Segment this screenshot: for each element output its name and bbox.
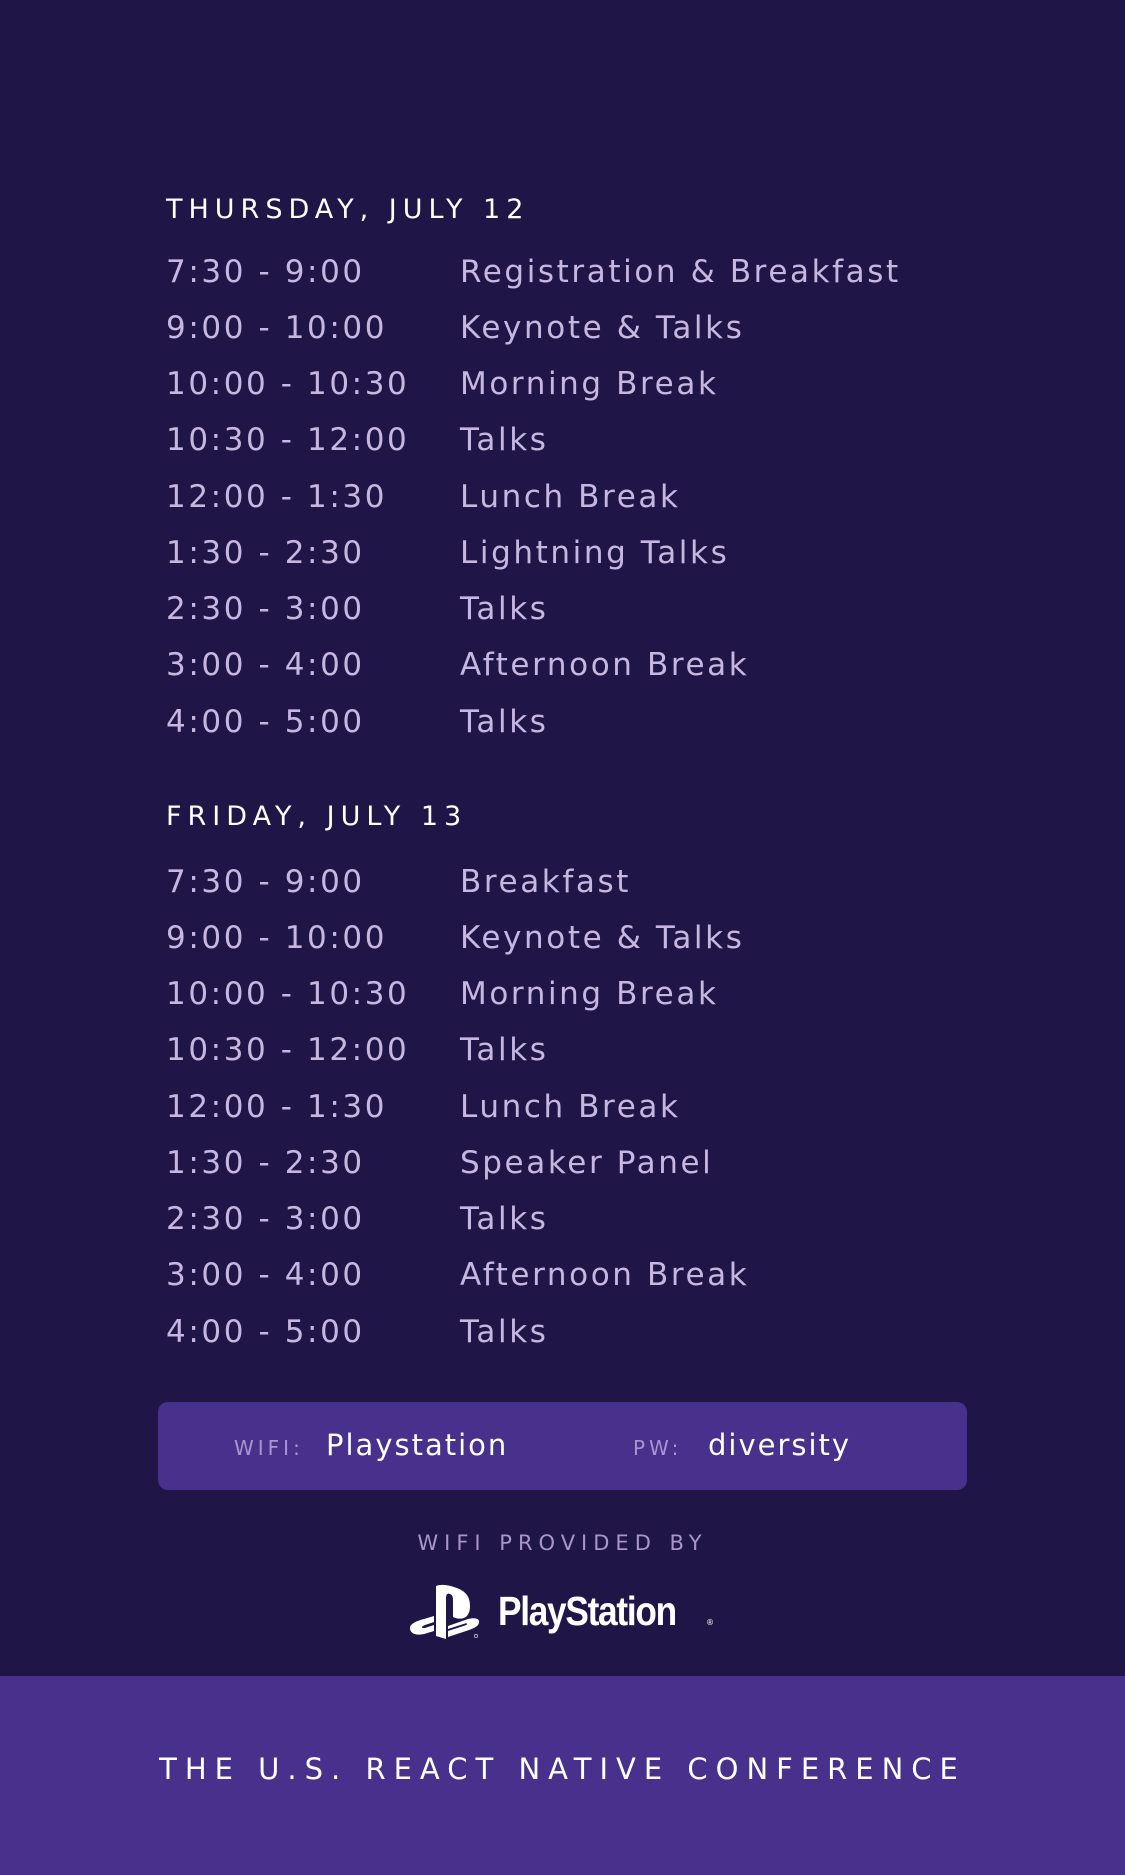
session-title: Lunch Break: [460, 1089, 681, 1125]
schedule-row: 10:00 - 10:30 Morning Break: [166, 366, 986, 406]
session-time: 4:00 - 5:00: [166, 704, 365, 740]
schedule-row: 10:30 - 12:00 Talks: [166, 1032, 986, 1072]
schedule-row: 12:00 - 1:30 Lunch Break: [166, 1089, 986, 1129]
schedule-row: 3:00 - 4:00 Afternoon Break: [166, 1257, 986, 1297]
session-time: 2:30 - 3:00: [166, 591, 365, 627]
session-title: Talks: [460, 1032, 549, 1068]
session-time: 7:30 - 9:00: [166, 254, 365, 290]
session-time: 2:30 - 3:00: [166, 1201, 365, 1237]
session-title: Registration & Breakfast: [460, 254, 901, 290]
wifi-password: diversity: [708, 1428, 852, 1462]
session-title: Keynote & Talks: [460, 920, 745, 956]
session-title: Talks: [460, 704, 549, 740]
session-time: 10:00 - 10:30: [166, 976, 410, 1012]
schedule-row: 2:30 - 3:00 Talks: [166, 1201, 986, 1241]
schedule-row: 10:00 - 10:30 Morning Break: [166, 976, 986, 1016]
day-heading-friday: FRIDAY, JULY 13: [166, 801, 468, 832]
session-time: 7:30 - 9:00: [166, 864, 365, 900]
session-title: Talks: [460, 1314, 549, 1350]
session-title: Speaker Panel: [460, 1145, 714, 1181]
schedule-row: 7:30 - 9:00 Breakfast: [166, 864, 986, 904]
schedule-row: 7:30 - 9:00 Registration & Breakfast: [166, 254, 986, 294]
session-time: 12:00 - 1:30: [166, 479, 388, 515]
session-time: 1:30 - 2:30: [166, 1145, 365, 1181]
trademark-icon: ®: [706, 1618, 714, 1627]
session-title: Lightning Talks: [460, 535, 730, 571]
session-time: 3:00 - 4:00: [166, 647, 365, 683]
session-title: Breakfast: [460, 864, 631, 900]
wifi-password-label: PW:: [633, 1436, 683, 1460]
session-title: Talks: [460, 591, 549, 627]
wifi-network-label: WIFI:: [234, 1436, 304, 1460]
session-time: 9:00 - 10:00: [166, 310, 388, 346]
playstation-logo: PlayStation ®: [410, 1582, 720, 1642]
playstation-wordmark: PlayStation: [498, 1588, 677, 1634]
wifi-info-panel: WIFI: Playstation PW: diversity: [158, 1402, 967, 1490]
day-heading-thursday: THURSDAY, JULY 12: [166, 194, 530, 225]
session-title: Talks: [460, 422, 549, 458]
schedule-row: 2:30 - 3:00 Talks: [166, 591, 986, 631]
schedule-row: 10:30 - 12:00 Talks: [166, 422, 986, 462]
session-title: Morning Break: [460, 976, 719, 1012]
schedule-row: 12:00 - 1:30 Lunch Break: [166, 479, 986, 519]
session-title: Keynote & Talks: [460, 310, 745, 346]
session-time: 9:00 - 10:00: [166, 920, 388, 956]
schedule-row: 4:00 - 5:00 Talks: [166, 1314, 986, 1354]
schedule-row: 4:00 - 5:00 Talks: [166, 704, 986, 744]
schedule-row: 9:00 - 10:00 Keynote & Talks: [166, 310, 986, 350]
wifi-network-name: Playstation: [326, 1428, 509, 1462]
wifi-provided-by-label: WIFI PROVIDED BY: [417, 1531, 708, 1555]
conference-name: THE U.S. REACT NATIVE CONFERENCE: [159, 1752, 966, 1786]
session-title: Afternoon Break: [460, 647, 750, 683]
schedule-row: 1:30 - 2:30 Lightning Talks: [166, 535, 986, 575]
session-time: 4:00 - 5:00: [166, 1314, 365, 1350]
session-title: Morning Break: [460, 366, 719, 402]
session-title: Lunch Break: [460, 479, 681, 515]
session-time: 10:30 - 12:00: [166, 1032, 410, 1068]
session-title: Talks: [460, 1201, 549, 1237]
playstation-logo-icon: [410, 1584, 480, 1639]
schedule-row: 1:30 - 2:30 Speaker Panel: [166, 1145, 986, 1185]
schedule-row: 9:00 - 10:00 Keynote & Talks: [166, 920, 986, 960]
session-title: Afternoon Break: [460, 1257, 750, 1293]
session-time: 10:00 - 10:30: [166, 366, 410, 402]
session-time: 1:30 - 2:30: [166, 535, 365, 571]
session-time: 12:00 - 1:30: [166, 1089, 388, 1125]
schedule-row: 3:00 - 4:00 Afternoon Break: [166, 647, 986, 687]
footer-banner: THE U.S. REACT NATIVE CONFERENCE: [0, 1676, 1125, 1875]
session-time: 10:30 - 12:00: [166, 422, 410, 458]
session-time: 3:00 - 4:00: [166, 1257, 365, 1293]
